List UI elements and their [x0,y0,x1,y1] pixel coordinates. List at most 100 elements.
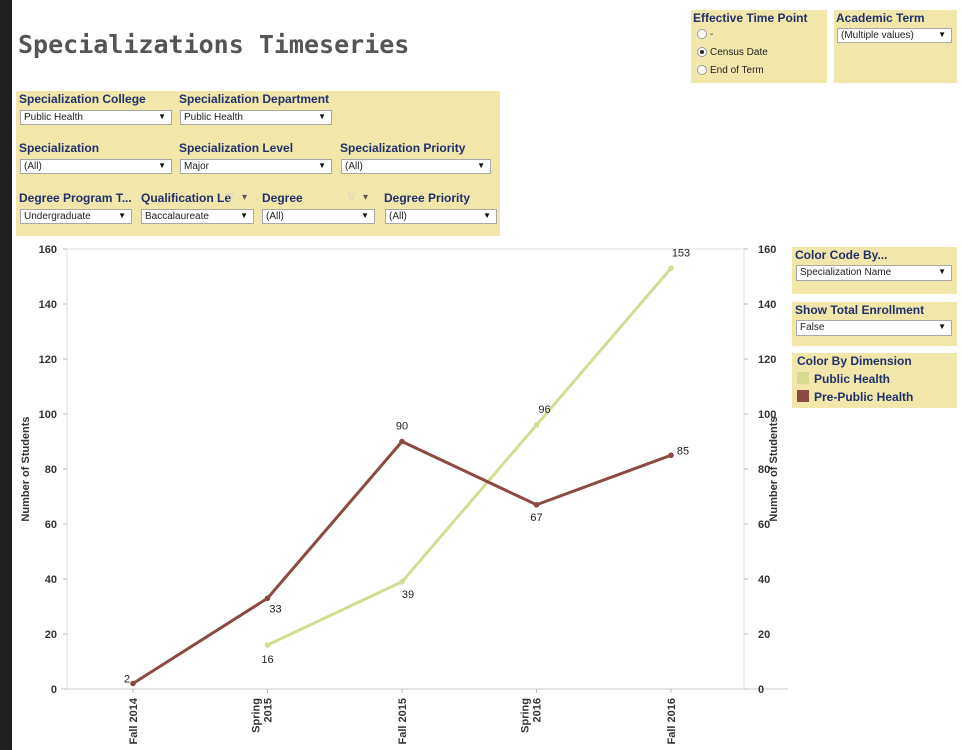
data-point [533,422,540,428]
y-tick-label-right: 40 [758,574,770,586]
qualification-level-label: Qualification Le [141,191,232,205]
chevron-down-icon[interactable]: ▾ [242,192,247,203]
y-tick-label-right: 20 [758,629,770,641]
data-point [533,501,540,508]
data-label: 96 [538,404,550,416]
data-label: 85 [677,445,689,457]
qualification-level-value: Baccalaureate [145,211,209,222]
data-point [399,438,405,445]
y-tick-label-left: 40 [45,574,57,586]
specialization-level-value: Major [184,161,210,172]
degree-priority-label: Degree Priority [384,191,471,205]
specialization-department-value: Public Health [184,112,243,123]
y-tick-label-right: 0 [758,684,764,696]
show-total-enrollment-label: Show Total Enrollment [795,303,925,317]
show-total-enrollment-panel: Show Total Enrollment False ▼ [792,302,957,346]
x-tick-label: 2015 [263,698,275,722]
chevron-down-icon: ▼ [361,211,369,220]
color-code-by-dropdown[interactable]: Specialization Name ▼ [796,265,952,281]
chevron-down-icon: ▼ [240,211,248,220]
color-code-by-panel: Color Code By... Specialization Name ▼ [792,247,957,294]
legend-title: Color By Dimension [797,354,912,368]
data-label: 153 [672,247,690,259]
data-label: 39 [402,589,414,601]
time-point-option[interactable]: End of Term [697,65,764,76]
chevron-down-icon: ▼ [318,161,326,170]
dashboard: Specializations Timeseries Effective Tim… [12,0,961,750]
specialization-department-dropdown[interactable]: Public Health ▼ [180,110,332,125]
data-label: 2 [124,674,130,686]
academic-term-dropdown[interactable]: (Multiple values) ▼ [837,28,952,43]
degree-program-type-value: Undergraduate [24,211,91,222]
line-chart: 0 020 2040 4060 6080 80100 100120 120140 140160 1… [20,244,788,744]
y-tick-label-left: 160 [39,244,57,256]
qualification-level-dropdown[interactable]: Baccalaureate ▼ [141,209,254,224]
time-point-option[interactable]: Census Date [697,47,768,58]
x-tick-label: Spring [520,698,532,733]
y-tick-label-left: 120 [39,354,57,366]
y-tick-label-left: 20 [45,629,57,641]
y-tick-label-left: 140 [39,299,57,311]
y-tick-label-right: 140 [758,299,776,311]
degree-dropdown[interactable]: (All) ▼ [262,209,375,224]
show-total-enrollment-dropdown[interactable]: False ▼ [796,320,952,336]
legend-item-pre-public-health[interactable]: Pre-Public Health [797,390,913,404]
radio-button[interactable] [697,47,707,58]
specialization-priority-label: Specialization Priority [340,141,466,155]
filters-panel: Specialization College Public Health ▼ S… [16,91,500,236]
specialization-level-label: Specialization Level [179,141,294,155]
degree-label: Degree [262,191,303,205]
plot-area [66,248,745,690]
specialization-priority-value: (All) [345,161,363,172]
color-code-by-label: Color Code By... [795,248,888,262]
data-point [130,680,136,687]
specialization-label: Specialization [19,141,100,155]
degree-priority-dropdown[interactable]: (All) ▼ [385,209,497,224]
legend-panel: Color By Dimension Public Health Pre-Pub… [792,353,957,408]
academic-term-value: (Multiple values) [841,30,914,41]
degree-program-type-dropdown[interactable]: Undergraduate ▼ [20,209,132,224]
specialization-value: (All) [24,161,42,172]
x-tick-label: Fall 2016 [666,698,678,744]
specialization-college-dropdown[interactable]: Public Health ▼ [20,110,172,125]
chevron-down-icon: ▼ [318,112,326,121]
color-code-by-value: Specialization Name [800,267,892,278]
data-point [264,642,271,648]
filter-icon[interactable]: ▽ [348,192,356,203]
effective-time-point-panel: Effective Time Point - Census Date End of … [691,10,827,83]
x-tick-label: Fall 2015 [397,698,409,744]
academic-term-label: Academic Term [836,11,925,25]
radio-button[interactable] [697,29,707,40]
chevron-down-icon[interactable]: ▾ [363,192,368,203]
specialization-level-dropdown[interactable]: Major ▼ [180,159,332,174]
degree-program-type-label: Degree Program T... [19,191,132,205]
y-tick-label-left: 0 [51,684,57,696]
x-tick-label: 2016 [532,698,544,722]
chevron-down-icon: ▼ [938,267,946,276]
degree-value: (All) [266,211,284,222]
data-point [668,265,674,272]
effective-time-point-label: Effective Time Point [693,11,808,25]
specialization-college-value: Public Health [24,112,83,123]
chevron-down-icon: ▼ [938,30,946,39]
filter-icon[interactable]: ▽ [226,192,234,203]
y-tick-label-left: 80 [45,464,57,476]
academic-term-panel: Academic Term (Multiple values) ▼ [834,10,957,83]
time-point-option[interactable]: - [697,29,713,40]
chevron-down-icon: ▼ [477,161,485,170]
x-tick-label: Fall 2014 [128,697,140,744]
x-tick-label: Spring [251,698,263,733]
data-label: 16 [261,654,273,666]
y-tick-label-right: 160 [758,244,776,256]
legend-item-public-health[interactable]: Public Health [797,372,890,386]
data-label: 67 [530,512,542,524]
specialization-priority-dropdown[interactable]: (All) ▼ [341,159,491,174]
degree-priority-value: (All) [389,211,407,222]
legend-label: Public Health [814,372,891,386]
data-label: 90 [396,421,408,433]
legend-label: Pre-Public Health [814,390,914,404]
specialization-dropdown[interactable]: (All) ▼ [20,159,172,174]
chevron-down-icon: ▼ [158,112,166,121]
specialization-college-label: Specialization College [19,92,146,106]
radio-button[interactable] [697,65,707,76]
